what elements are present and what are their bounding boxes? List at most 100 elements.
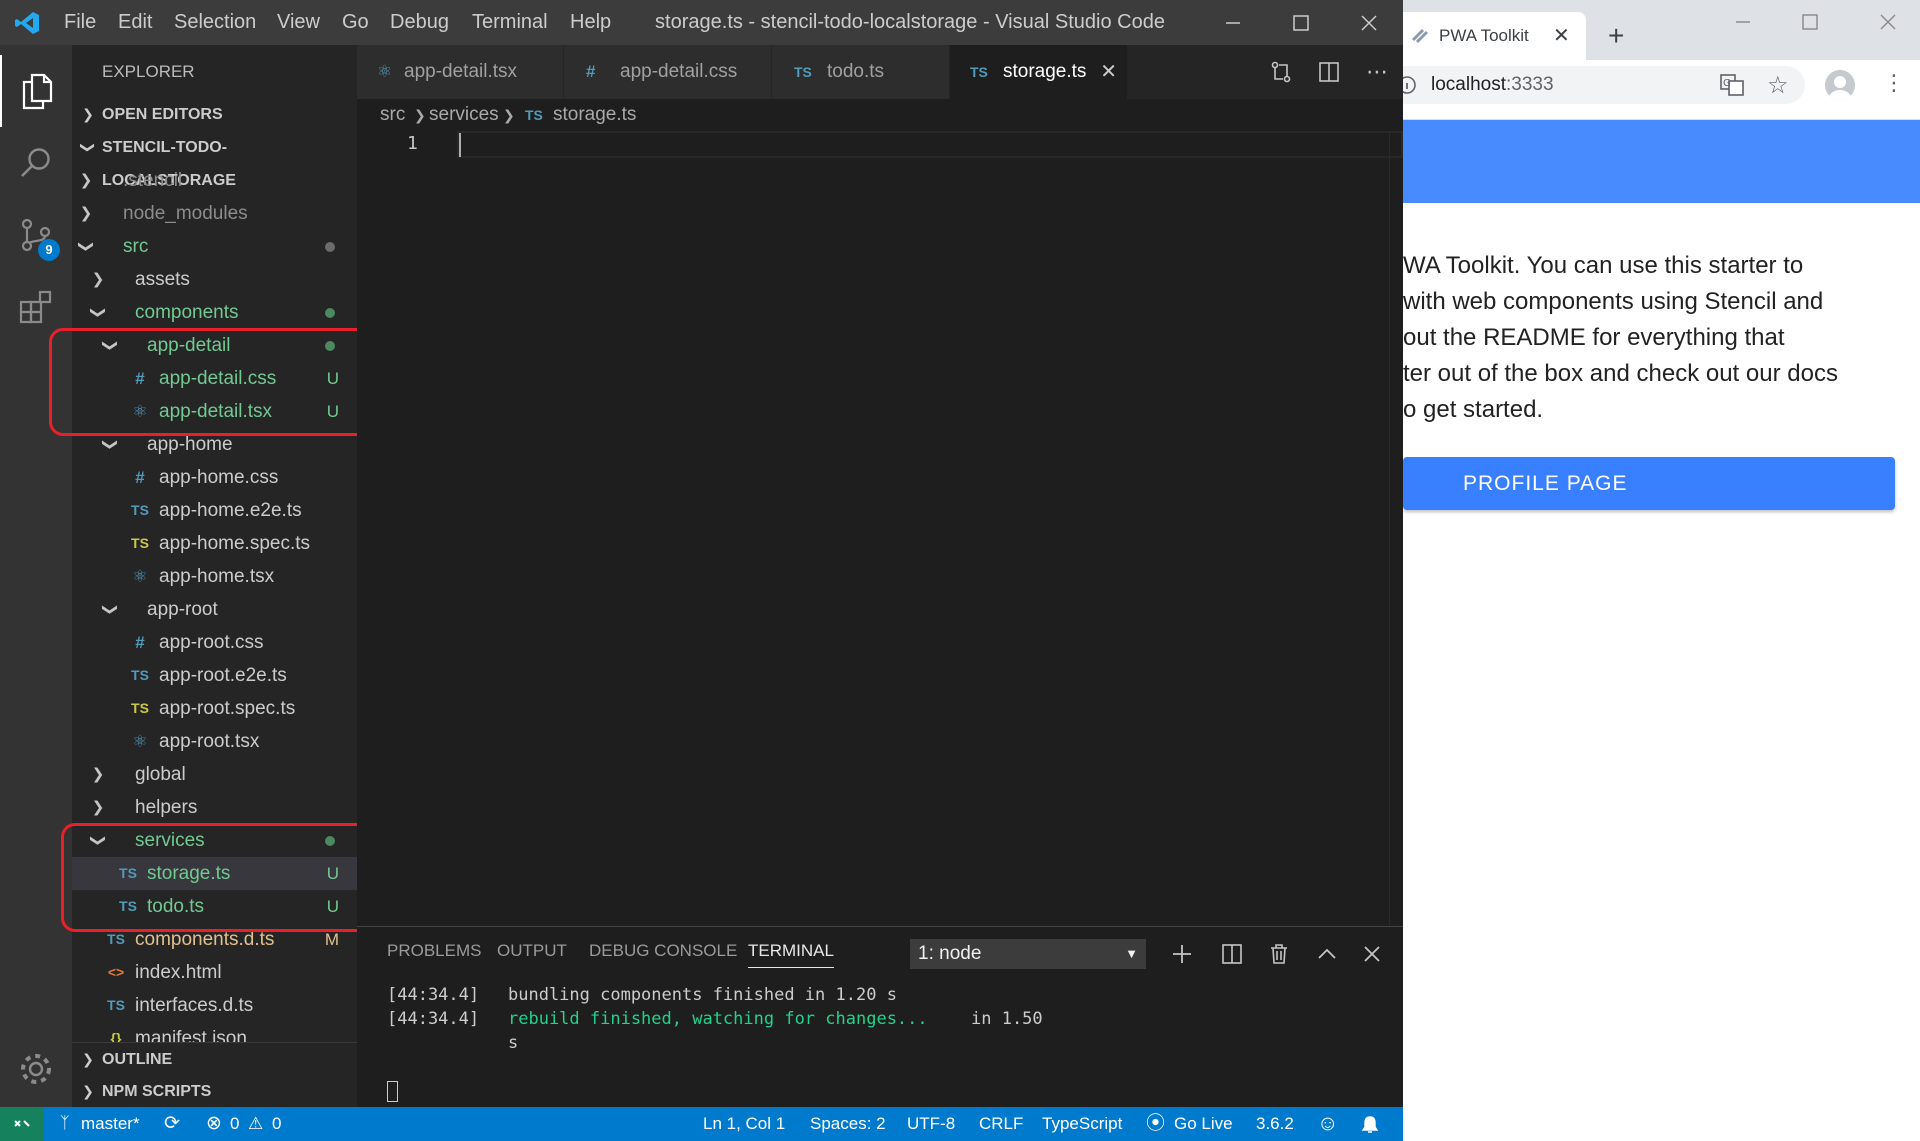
menu-view[interactable]: View [277,0,320,45]
browser-tab-pwa-toolkit[interactable]: PWA Toolkit ✕ [1403,12,1586,60]
tree-file-app-home-spec[interactable]: TS app-home.spec.ts [72,527,357,560]
address-bar[interactable]: localhost:3333 G ☆ [1403,66,1805,104]
close-tab-icon[interactable]: ✕ [1553,12,1570,60]
search-icon[interactable] [0,127,72,199]
tab-storage-ts[interactable]: TS storage.ts ✕ [950,45,1128,99]
source-control-icon[interactable]: 9 [0,199,72,271]
menu-go[interactable]: Go [342,0,369,45]
close-panel-icon[interactable] [1357,939,1387,969]
code-editor[interactable]: 1 [357,131,1403,926]
tree-folder-stencil[interactable]: ❯ .stencil [72,164,357,197]
tab-app-detail-css[interactable]: # app-detail.css [564,45,772,99]
chevron-right-icon: ❯ [82,106,94,122]
open-changes-icon[interactable] [1261,45,1301,99]
browser-minimize-button[interactable] [1733,12,1763,34]
menu-debug[interactable]: Debug [390,0,449,45]
explorer-header: EXPLORER [102,62,195,81]
tree-folder-src[interactable]: ❯ src [72,230,357,263]
npm-scripts-section[interactable]: ❯ NPM SCRIPTS [72,1075,357,1107]
close-tab-icon[interactable]: ✕ [1100,45,1117,99]
tree-folder-global[interactable]: ❯ global [72,758,357,791]
browser-maximize-button[interactable] [1800,12,1830,34]
open-editors-section[interactable]: ❯ OPEN EDITORS [72,98,357,131]
maximize-button[interactable] [1267,0,1335,45]
chevron-right-icon: ❯ [91,766,105,783]
split-editor-icon[interactable] [1309,45,1349,99]
menu-file[interactable]: File [64,0,96,45]
menu-help[interactable]: Help [570,0,611,45]
go-live-button[interactable]: Go Live [1174,1107,1233,1141]
indentation[interactable]: Spaces: 2 [810,1107,886,1141]
warning-count[interactable]: 0 [272,1107,281,1141]
tree-file-app-root-css[interactable]: # app-root.css [72,626,357,659]
project-section[interactable]: ❯ STENCIL-TODO-LOCALSTORAGE [72,131,357,189]
tree-folder-helpers[interactable]: ❯ helpers [72,791,357,824]
text-cursor [459,133,461,157]
translate-icon[interactable]: G [1720,74,1744,101]
encoding[interactable]: UTF-8 [907,1107,955,1141]
cursor-position[interactable]: Ln 1, Col 1 [703,1107,785,1141]
gear-icon[interactable] [0,1033,72,1105]
profile-page-button[interactable]: PROFILE PAGE [1403,457,1895,510]
tree-file-app-home-e2e[interactable]: TS app-home.e2e.ts [72,494,357,527]
bookmark-star-icon[interactable]: ☆ [1767,71,1789,100]
minimize-button[interactable] [1199,0,1267,45]
chevron-right-icon: ❯ [503,107,515,123]
bell-icon[interactable] [1361,1107,1379,1141]
tab-output[interactable]: OUTPUT [497,941,567,961]
menu-selection[interactable]: Selection [174,0,256,45]
explorer-files-icon[interactable] [0,55,72,127]
breadcrumb-file[interactable]: storage.ts [553,99,636,131]
more-actions-icon[interactable]: ⋯ [1357,45,1397,99]
profile-avatar-icon[interactable] [1825,70,1855,100]
terminal-line: bundling components finished in 1.20 s [508,985,897,1005]
tab-problems[interactable]: PROBLEMS [387,941,481,961]
tree-folder-components[interactable]: ❯ components [72,296,357,329]
tree-file-app-root-spec[interactable]: TS app-root.spec.ts [72,692,357,725]
menu-terminal[interactable]: Terminal [472,0,548,45]
tree-file-app-root-tsx[interactable]: ⚛ app-root.tsx [72,725,357,758]
terminal-timestamp: [44:34.4] [387,985,480,1005]
tree-file-interfaces-d-ts[interactable]: TS interfaces.d.ts [72,989,357,1022]
breadcrumb-src[interactable]: src [380,99,405,131]
vscode-window: File Edit Selection View Go Debug Termin… [0,0,1403,1141]
tree-file-index-html[interactable]: <> index.html [72,956,357,989]
trash-icon[interactable] [1264,939,1294,969]
editor-scrollbar[interactable] [1389,131,1403,926]
browser-close-button[interactable] [1878,12,1908,34]
tab-todo-ts[interactable]: TS todo.ts [772,45,950,99]
ts-version[interactable]: 3.6.2 [1256,1107,1294,1141]
language-mode[interactable]: TypeScript [1042,1107,1122,1141]
split-terminal-icon[interactable] [1217,939,1247,969]
terminal-timestamp: [44:34.4] [387,1009,480,1029]
tree-folder-app-root[interactable]: ❯ app-root [72,593,357,626]
git-branch[interactable]: master* [81,1107,140,1141]
git-branch-icon: ᛉ [60,1115,70,1132]
feedback-smiley-icon[interactable]: ☺ [1317,1107,1338,1141]
menu-edit[interactable]: Edit [118,0,152,45]
tree-file-app-root-e2e[interactable]: TS app-root.e2e.ts [72,659,357,692]
tree-folder-node-modules[interactable]: ❯ node_modules [72,197,357,230]
remote-icon[interactable] [0,1107,44,1141]
sync-icon[interactable]: ⟳ [164,1107,180,1141]
error-count[interactable]: 0 [230,1107,239,1141]
tree-file-manifest-json[interactable]: {} manifest.json [72,1022,357,1042]
close-window-button[interactable] [1335,0,1403,45]
outline-section[interactable]: ❯ OUTLINE [72,1042,357,1075]
maximize-panel-icon[interactable] [1312,939,1342,969]
browser-menu-icon[interactable]: ⋮ [1883,68,1905,98]
line-ending[interactable]: CRLF [979,1107,1023,1141]
title-bar: File Edit Selection View Go Debug Termin… [0,0,1403,45]
tree-file-app-home-tsx[interactable]: ⚛ app-home.tsx [72,560,357,593]
tree-folder-assets[interactable]: ❯ assets [72,263,357,296]
tab-terminal[interactable]: TERMINAL [748,941,834,968]
breadcrumb-services[interactable]: services [429,99,499,131]
css-icon: # [135,468,145,487]
tab-app-detail-tsx[interactable]: ⚛ app-detail.tsx [357,45,564,99]
tree-file-app-home-css[interactable]: # app-home.css [72,461,357,494]
new-tab-button[interactable]: + [1608,18,1624,54]
vscode-logo-icon [14,11,40,35]
terminal-select[interactable]: 1: node ▼ [910,939,1146,969]
new-terminal-icon[interactable] [1167,939,1197,969]
tab-debug-console[interactable]: DEBUG CONSOLE [589,941,737,961]
